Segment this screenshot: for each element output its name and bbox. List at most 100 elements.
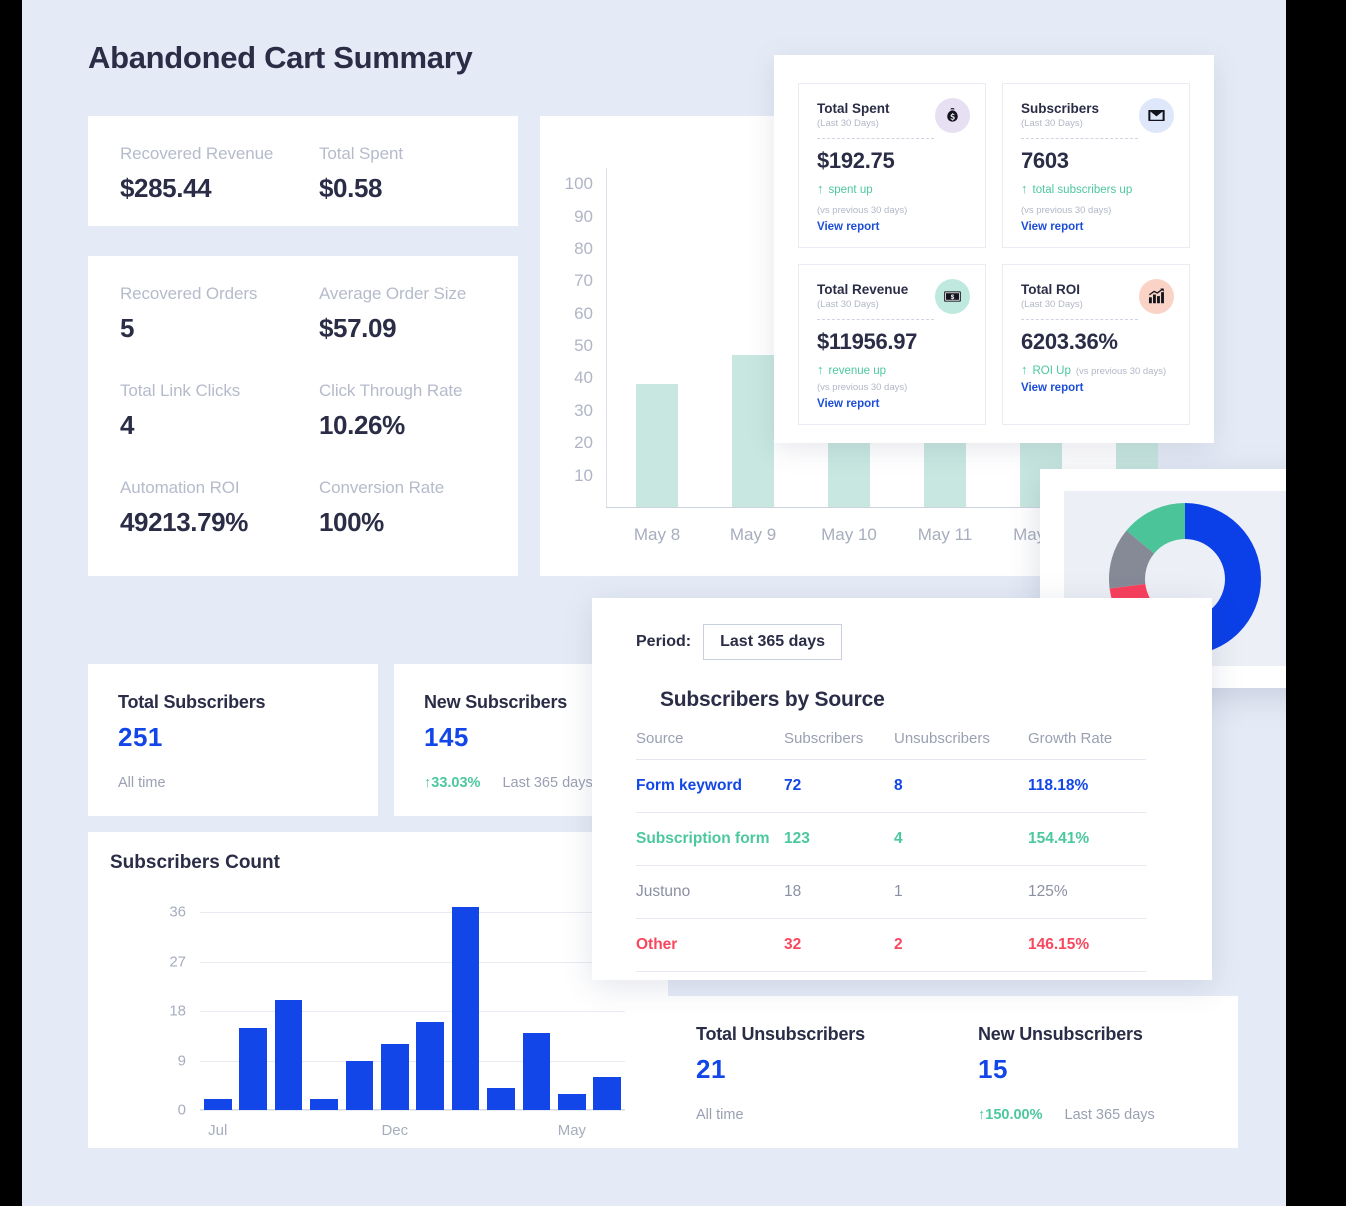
card-title: New Unsubscribers bbox=[978, 1024, 1143, 1044]
stat-label: Average Order Size bbox=[319, 284, 467, 303]
view-report-link[interactable]: View report bbox=[1021, 221, 1171, 233]
bar bbox=[310, 1099, 338, 1110]
stat-value: $57.09 bbox=[319, 313, 397, 343]
table-row[interactable]: Subscription form 123 4 154.41% bbox=[636, 812, 1146, 866]
view-report-link[interactable]: View report bbox=[1021, 382, 1171, 394]
dashboard-root: Abandoned Cart Summary Recovered Revenue… bbox=[22, 0, 1286, 1206]
stat-cell: Click Through Rate 10.26% bbox=[319, 381, 518, 441]
bar bbox=[451, 906, 480, 1110]
kpi-trend: ↑ total subscribers up (vs previous 30 day… bbox=[1021, 181, 1171, 216]
growth-rate: 146.15% bbox=[1028, 918, 1146, 972]
stat-cell: Recovered Orders 5 bbox=[120, 284, 319, 344]
kpi-card: Total ROI (Last 30 Days) 6203.36% ↑ ROI Up (v… bbox=[1002, 264, 1190, 425]
kpi-trend-label: revenue up bbox=[828, 365, 887, 377]
kpi-value: 7603 bbox=[1021, 148, 1069, 173]
period-row: Period: Last 365 days bbox=[592, 598, 1212, 660]
arrow-up-icon: ↑ bbox=[817, 181, 824, 196]
source-name: Subscription form bbox=[636, 812, 784, 866]
total-unsubscribers-card: Total Unsubscribers 21 All time bbox=[666, 996, 956, 1148]
growth-rate: 154.41% bbox=[1028, 812, 1146, 866]
stat-value: 10.26% bbox=[319, 410, 405, 440]
y-axis-tick: 50 bbox=[574, 336, 593, 356]
total-subscribers-card: Total Subscribers 251 All time bbox=[88, 664, 378, 816]
source-name: Form keyword bbox=[636, 759, 784, 813]
growth-rate: ↑33.03% bbox=[424, 775, 481, 791]
kpi-trend: ↑ revenue up (vs previous 30 days) bbox=[817, 362, 967, 393]
divider bbox=[817, 138, 934, 139]
subscribers-count: 72 bbox=[784, 759, 894, 813]
gridline bbox=[200, 1110, 625, 1111]
column-header: Growth Rate bbox=[1028, 730, 1146, 760]
stat-value: 100% bbox=[319, 507, 384, 537]
bar bbox=[345, 1060, 374, 1110]
svg-text:$: $ bbox=[951, 294, 955, 301]
kpi-card: Subscribers (Last 30 Days) 7603 ↑ total subs… bbox=[1002, 83, 1190, 248]
bar bbox=[274, 1000, 303, 1110]
gridline bbox=[200, 1011, 625, 1012]
kpi-card: Total Spent (Last 30 Days) $192.75 ↑ spent u… bbox=[798, 83, 986, 248]
x-axis-label: May bbox=[557, 1122, 587, 1139]
y-axis-tick: 80 bbox=[574, 238, 593, 258]
stat-label: Conversion Rate bbox=[319, 478, 445, 497]
new-unsubscribers-card: New Unsubscribers 15 ↑150.00% Last 365 days bbox=[948, 996, 1238, 1148]
arrow-up-icon: ↑ bbox=[1021, 362, 1028, 377]
card-footer: All time bbox=[696, 1107, 926, 1123]
stat-value: 49213.79% bbox=[120, 507, 248, 537]
growth-rate: 125% bbox=[1028, 865, 1146, 919]
column-header: Subscribers bbox=[784, 730, 894, 760]
table-row[interactable]: Justuno 18 1 125% bbox=[636, 865, 1146, 919]
source-name: Other bbox=[636, 918, 784, 972]
x-axis-label: May 9 bbox=[729, 525, 777, 544]
divider bbox=[817, 319, 934, 320]
card-footnote: All time bbox=[696, 1107, 744, 1123]
recovered-summary-card: Recovered Revenue $285.44 Total Spent $0.58 bbox=[88, 116, 518, 226]
card-title: Total Unsubscribers bbox=[696, 1024, 865, 1044]
stat-cell: Recovered Revenue $285.44 bbox=[120, 144, 319, 204]
growth-chart-icon bbox=[1139, 279, 1174, 314]
subscribers-count: 123 bbox=[784, 812, 894, 866]
y-axis-tick: 100 bbox=[564, 174, 593, 194]
unsubscribers-count: 8 bbox=[894, 759, 1028, 813]
y-axis-tick: 90 bbox=[574, 206, 593, 226]
view-report-link[interactable]: View report bbox=[817, 398, 967, 410]
x-axis-label: May 8 bbox=[633, 525, 681, 544]
table-row[interactable]: Form keyword 72 8 118.18% bbox=[636, 759, 1146, 813]
kpi-trend-label: spent up bbox=[828, 184, 873, 196]
card-footer: All time bbox=[118, 775, 348, 791]
bar bbox=[522, 1033, 551, 1110]
growth-rate: 118.18% bbox=[1028, 759, 1146, 813]
kpi-card: Total Revenue (Last 30 Days) $11956.97 ↑ rev… bbox=[798, 264, 986, 425]
bar bbox=[203, 1099, 232, 1110]
y-axis-tick: 18 bbox=[169, 1002, 186, 1020]
stat-label: Total Spent bbox=[319, 144, 403, 163]
stat-cell: Average Order Size $57.09 bbox=[319, 284, 518, 344]
table-row[interactable]: Other 32 2 146.15% bbox=[636, 918, 1146, 972]
arrow-up-icon: ↑ bbox=[817, 362, 824, 377]
source-name: Justuno bbox=[636, 865, 784, 919]
stat-label: Click Through Rate bbox=[319, 381, 463, 400]
growth-rate: ↑150.00% bbox=[978, 1107, 1043, 1123]
kpi-trend: ↑ spent up (vs previous 30 days) bbox=[817, 181, 967, 216]
x-axis-label: May 11 bbox=[917, 525, 973, 544]
stat-label: Total Link Clicks bbox=[120, 381, 241, 400]
bar bbox=[380, 1044, 409, 1110]
bar bbox=[487, 1088, 515, 1110]
stat-label: Recovered Orders bbox=[120, 284, 258, 303]
subscribers-count-chart: 0 9 18 27 36 Jul Dec May bbox=[169, 890, 625, 1139]
card-footnote: Last 365 days bbox=[1064, 1107, 1155, 1123]
card-value: 15 bbox=[978, 1054, 1008, 1084]
kpi-comparison: (vs previous 30 days) bbox=[817, 205, 908, 216]
stat-value: $0.58 bbox=[319, 173, 383, 203]
y-axis-tick: 20 bbox=[574, 433, 593, 453]
period-select[interactable]: Last 365 days bbox=[703, 624, 843, 660]
unsubscribers-count: 2 bbox=[894, 918, 1028, 972]
subscribers-count-title: Subscribers Count bbox=[110, 852, 280, 873]
stat-cell: Total Spent $0.58 bbox=[319, 144, 518, 204]
y-axis-tick: 40 bbox=[574, 368, 593, 388]
source-table: Source Subscribers Unsubscribers Growth Rat… bbox=[636, 730, 1146, 972]
column-header: Source bbox=[636, 730, 784, 760]
x-axis-label: May 10 bbox=[821, 525, 877, 544]
subscribers-count-card: Subscribers Count 0 9 18 27 36 Jul Dec May bbox=[88, 832, 668, 1148]
x-axis-label: Jul bbox=[208, 1122, 228, 1139]
view-report-link[interactable]: View report bbox=[817, 221, 967, 233]
